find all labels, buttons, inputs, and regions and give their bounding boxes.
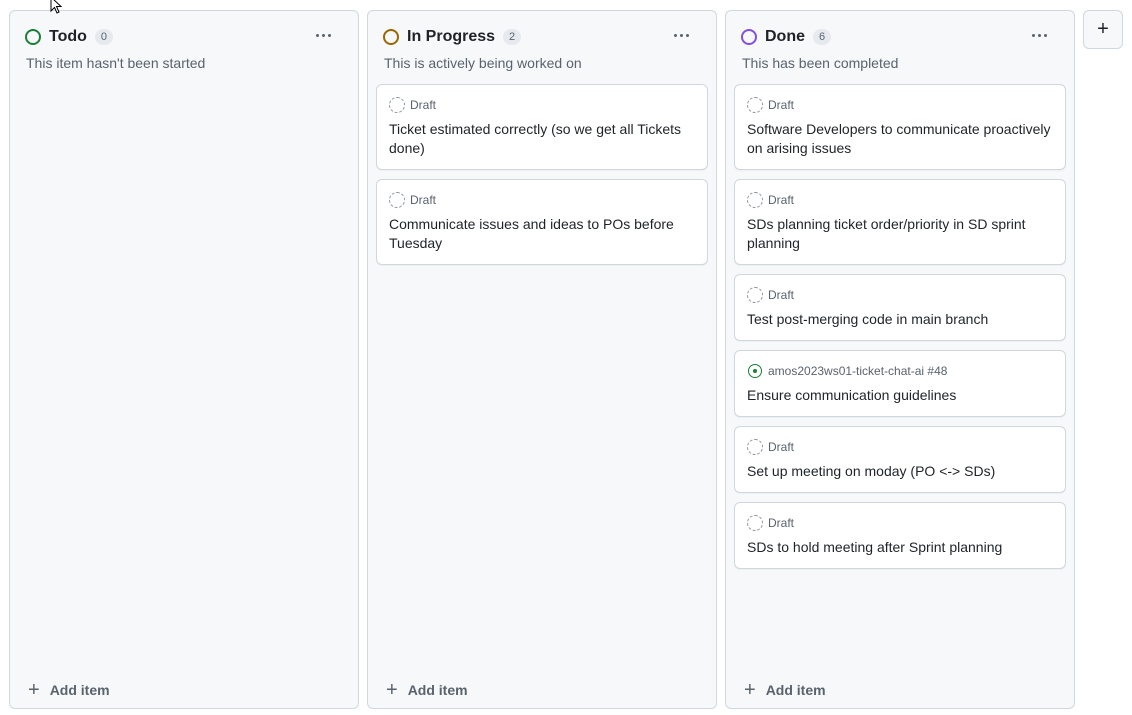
board-card[interactable]: amos2023ws01-ticket-chat-ai #48 Ensure c… — [734, 350, 1066, 417]
open-issue-icon — [748, 364, 762, 378]
add-item-label: Add item — [765, 682, 826, 698]
kebab-menu-icon — [315, 33, 319, 37]
card-meta: Draft — [747, 439, 1053, 455]
card-title[interactable]: Set up meeting on moday (PO <-> SDs) — [747, 462, 1053, 481]
plus-icon: + — [28, 679, 40, 701]
column-menu-button[interactable] — [667, 23, 695, 47]
card-title[interactable]: Software Developers to communicate proac… — [747, 120, 1053, 158]
board-card[interactable]: Draft Test post-merging code in main bra… — [734, 274, 1066, 341]
card-meta-label: Draft — [768, 288, 795, 302]
column-title: Todo — [49, 28, 87, 45]
column-description: This has been completed — [742, 55, 899, 71]
column-done: Done 6 This has been completed Draft Sof… — [725, 10, 1075, 709]
column-menu-button[interactable] — [1025, 23, 1053, 47]
status-circle-icon — [741, 29, 757, 45]
column-header: Done 6 — [741, 27, 1059, 47]
board-card[interactable]: Draft SDs to hold meeting after Sprint p… — [734, 502, 1066, 569]
item-count-badge: 6 — [813, 29, 832, 45]
item-count-badge: 2 — [503, 29, 522, 45]
card-meta: Draft — [747, 97, 1053, 113]
draft-circle-icon — [389, 97, 405, 113]
board-card[interactable]: Draft Software Developers to communicate… — [734, 84, 1066, 170]
column-in-progress: In Progress 2 This is actively being wor… — [367, 10, 717, 709]
card-meta: Draft — [747, 192, 1053, 208]
card-list: Draft Ticket estimated correctly (so we … — [376, 84, 708, 274]
card-meta: amos2023ws01-ticket-chat-ai #48 — [747, 363, 1053, 379]
card-meta-label: Draft — [768, 98, 795, 112]
column-todo: Todo 0 This item hasn't been started + A… — [9, 10, 359, 709]
board-card[interactable]: Draft Ticket estimated correctly (so we … — [376, 84, 708, 170]
status-circle-icon — [383, 29, 399, 45]
draft-circle-icon — [747, 192, 763, 208]
card-meta-label: Draft — [768, 193, 795, 207]
kebab-menu-icon — [1031, 33, 1035, 37]
add-item-label: Add item — [407, 682, 468, 698]
card-title[interactable]: Ticket estimated correctly (so we get al… — [389, 120, 695, 158]
add-item-button[interactable]: + Add item — [386, 679, 468, 701]
card-meta: Draft — [389, 192, 695, 208]
kebab-menu-icon — [673, 33, 677, 37]
card-title[interactable]: Test post-merging code in main branch — [747, 310, 1053, 329]
draft-circle-icon — [747, 515, 763, 531]
add-column-button[interactable]: + — [1083, 10, 1123, 49]
column-menu-button[interactable] — [309, 23, 337, 47]
card-meta: Draft — [747, 515, 1053, 531]
card-title[interactable]: SDs to hold meeting after Sprint plannin… — [747, 538, 1053, 557]
add-item-button[interactable]: + Add item — [744, 679, 826, 701]
add-item-label: Add item — [49, 682, 110, 698]
column-header: Todo 0 — [25, 27, 343, 47]
draft-circle-icon — [747, 439, 763, 455]
card-title[interactable]: Communicate issues and ideas to POs befo… — [389, 215, 695, 253]
mouse-cursor-icon — [50, 0, 63, 14]
add-item-button[interactable]: + Add item — [28, 679, 110, 701]
column-description: This is actively being worked on — [384, 55, 582, 71]
item-count-badge: 0 — [94, 29, 114, 45]
card-meta: Draft — [389, 97, 695, 113]
card-meta-label: Draft — [410, 98, 437, 112]
card-meta-label: Draft — [768, 516, 795, 530]
card-meta-label[interactable]: amos2023ws01-ticket-chat-ai #48 — [768, 364, 947, 378]
column-title: In Progress — [407, 28, 496, 45]
column-header: In Progress 2 — [383, 27, 701, 47]
card-title[interactable]: SDs planning ticket order/priority in SD… — [747, 215, 1053, 253]
draft-circle-icon — [389, 192, 405, 208]
board-card[interactable]: Draft Communicate issues and ideas to PO… — [376, 179, 708, 265]
card-meta-label: Draft — [410, 193, 437, 207]
card-meta: Draft — [747, 287, 1053, 303]
draft-circle-icon — [747, 287, 763, 303]
status-circle-icon — [25, 29, 41, 45]
column-title: Done — [765, 28, 805, 45]
card-list: Draft Software Developers to communicate… — [734, 84, 1066, 578]
board-card[interactable]: Draft Set up meeting on moday (PO <-> SD… — [734, 426, 1066, 493]
project-board: Todo 0 This item hasn't been started + A… — [0, 0, 1132, 715]
column-description: This item hasn't been started — [26, 55, 206, 71]
board-card[interactable]: Draft SDs planning ticket order/priority… — [734, 179, 1066, 265]
plus-icon: + — [744, 679, 756, 701]
card-title[interactable]: Ensure communication guidelines — [747, 386, 1053, 405]
card-meta-label: Draft — [768, 440, 795, 454]
plus-icon: + — [386, 679, 398, 701]
draft-circle-icon — [747, 97, 763, 113]
